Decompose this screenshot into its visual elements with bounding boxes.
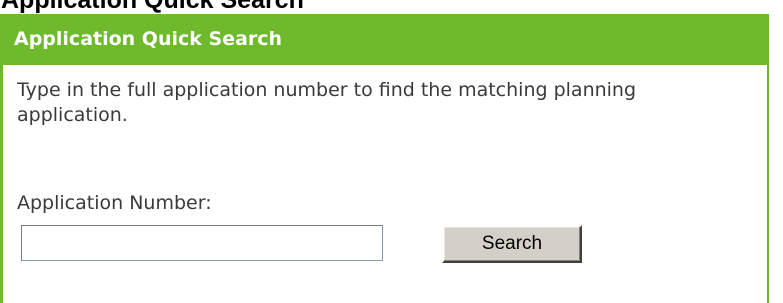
search-button[interactable]: Search <box>442 225 582 263</box>
panel-body: Type in the full application number to f… <box>17 78 737 128</box>
application-number-input[interactable] <box>21 225 383 261</box>
panel-description: Type in the full application number to f… <box>17 79 637 126</box>
page-heading: Application Quick Search <box>1 0 304 14</box>
application-number-label: Application Number: <box>17 192 212 214</box>
panel-header: Application Quick Search <box>0 14 769 65</box>
